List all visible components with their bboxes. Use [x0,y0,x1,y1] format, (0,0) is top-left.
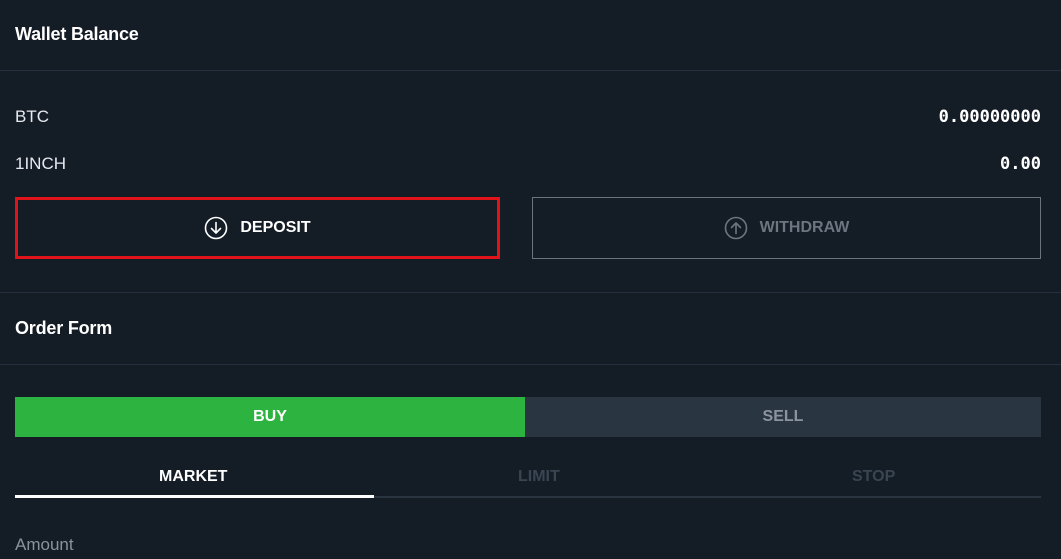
tab-limit[interactable]: LIMIT [518,468,560,486]
wallet-balance-title: Wallet Balance [15,24,139,44]
balance-asset-1inch: 1INCH [15,154,67,173]
tab-stop[interactable]: STOP [852,468,895,486]
deposit-button[interactable]: DEPOSIT [15,197,500,259]
balance-amount-btc: 0.00000000 [938,107,1041,127]
divider [0,364,1061,365]
withdraw-label: WITHDRAW [759,219,850,236]
amount-label: Amount [15,535,74,554]
tab-active-indicator [15,495,374,498]
withdraw-button[interactable]: WITHDRAW [532,197,1041,259]
divider [0,70,1061,71]
balance-amount-1inch: 0.00 [1000,154,1041,174]
order-form-title: Order Form [15,318,113,338]
buy-toggle[interactable]: BUY [15,397,525,437]
sell-toggle[interactable]: SELL [525,397,1041,437]
deposit-label: DEPOSIT [240,219,311,236]
arrow-up-circle-icon [724,216,748,240]
arrow-down-circle-icon [204,216,228,240]
tab-market[interactable]: MARKET [159,468,227,486]
divider [0,292,1061,293]
trading-panel: Wallet Balance BTC 0.00000000 1INCH 0.00… [0,0,1061,559]
balance-asset-btc: BTC [15,107,49,126]
